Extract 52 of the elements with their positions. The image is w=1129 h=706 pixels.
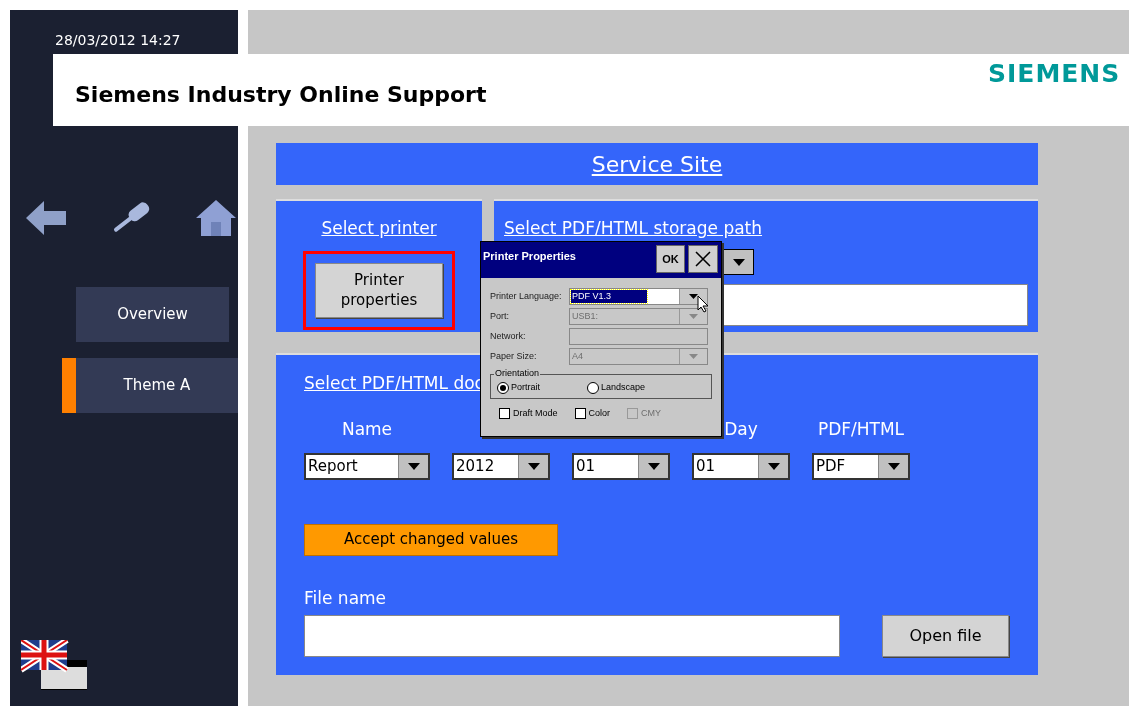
dropdown[interactable]: 2012: [452, 452, 550, 480]
close-icon: [695, 251, 711, 267]
dropdown-value: 01: [695, 455, 716, 477]
close-button[interactable]: [688, 245, 718, 273]
field-label: Port:: [490, 309, 510, 323]
radio-button[interactable]: [587, 381, 599, 394]
dropdown-value: A4: [571, 349, 584, 363]
dropdown[interactable]: PDF V1.3: [569, 288, 708, 305]
dropdown[interactable]: PDF: [812, 452, 910, 480]
field-label: Printer Language:: [490, 289, 563, 303]
radio-label: Portrait: [511, 380, 540, 394]
checkbox-label: Draft Mode: [513, 407, 558, 420]
checkbox[interactable]: [574, 408, 586, 420]
nav-item[interactable]: Overview: [76, 287, 229, 342]
field-label: Network:: [490, 329, 527, 343]
dropdown-value: 2012: [455, 455, 495, 477]
dropdown-value: PDF V1.3: [571, 289, 647, 304]
field-label: Paper Size:: [490, 349, 538, 363]
accept-button[interactable]: Accept changed values: [304, 523, 558, 556]
ok-button[interactable]: OK: [656, 245, 685, 273]
logo: SIEMENS: [988, 58, 1121, 90]
column-label: PDF/HTML: [817, 417, 905, 441]
printer-properties-button[interactable]: Printer properties: [315, 262, 443, 318]
back-arrow-icon[interactable]: [26, 201, 66, 235]
column-label: Day: [724, 417, 758, 441]
dropdown[interactable]: 01: [692, 452, 790, 480]
dropdown[interactable]: 01: [572, 452, 670, 480]
field-label: File name: [304, 586, 388, 610]
panel-title: Select printer: [321, 217, 437, 240]
file-name-field[interactable]: [304, 615, 840, 657]
radio-button[interactable]: [497, 381, 509, 394]
checkbox-label: Color: [588, 407, 611, 420]
dropdown-value: USB1:: [571, 309, 599, 323]
dropdown-value: Report: [307, 455, 358, 477]
date-time: 28/03/2012 14:27: [55, 31, 181, 50]
checkbox-label: CMY: [641, 407, 662, 420]
dialog-title: Printer Properties: [483, 249, 576, 264]
mouse-cursor-icon: [697, 295, 709, 313]
group-label: Orientation: [494, 368, 541, 378]
open-file-button[interactable]: Open file: [882, 615, 1009, 657]
dropdown-value: PDF: [815, 455, 846, 477]
panel-title: Select PDF/HTML storage path: [504, 218, 763, 238]
radio-label: Landscape: [601, 380, 646, 394]
column-label: Name: [341, 417, 393, 441]
section-title: Service Site: [591, 150, 723, 179]
language-flag-icon[interactable]: [21, 640, 87, 690]
dropdown-value: 01: [575, 455, 596, 477]
dropdown[interactable]: Report: [304, 452, 430, 480]
checkbox[interactable]: [499, 408, 510, 420]
nav-item[interactable]: Theme A: [76, 358, 238, 413]
home-icon[interactable]: [196, 200, 236, 236]
header-title: Siemens Industry Online Support: [75, 81, 487, 109]
